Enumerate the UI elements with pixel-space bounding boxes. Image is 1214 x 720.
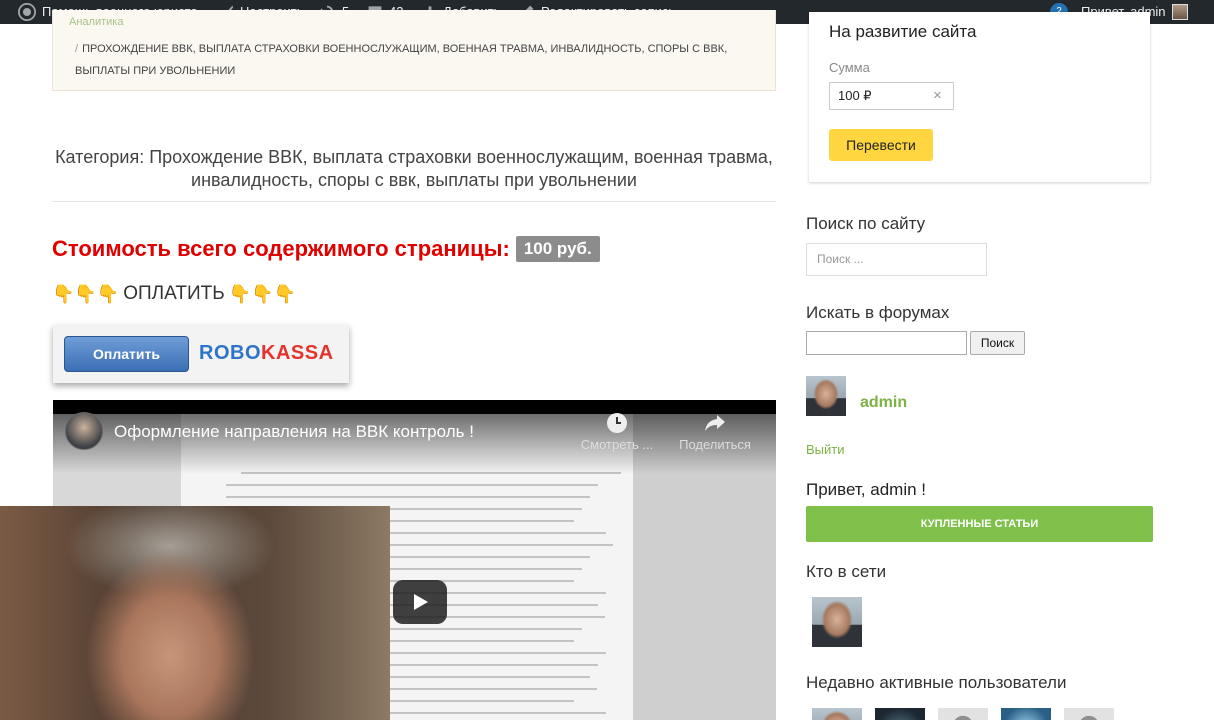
price-row: Стоимость всего содержимого страницы: 10… [52, 236, 600, 262]
play-button[interactable] [393, 580, 447, 624]
price-label: Стоимость всего содержимого страницы: [52, 236, 510, 261]
user-greeting: Привет, admin ! [806, 480, 926, 499]
logout-link[interactable]: Выйти [806, 442, 845, 457]
video-top-strip [53, 400, 776, 414]
sum-label: Сумма [829, 60, 870, 75]
account-avatar [1171, 4, 1188, 20]
breadcrumb: Аналитика / Прохождение ВВК, выплата стра… [52, 10, 776, 91]
breadcrumb-separator: / [75, 43, 79, 55]
close-icon[interactable]: × [933, 87, 942, 104]
donate-title: На развитие сайта [829, 22, 977, 41]
watch-later-button[interactable]: Смотреть ... [577, 412, 657, 452]
user-name-link[interactable]: admin [860, 394, 907, 412]
pointing-down-hands-icon: 👇👇👇 [52, 283, 120, 304]
category-divider [52, 201, 776, 202]
recent-user-avatar[interactable] [938, 708, 988, 720]
avatar[interactable] [806, 376, 846, 416]
channel-avatar[interactable] [65, 412, 103, 450]
forum-search-button[interactable]: Поиск [970, 331, 1025, 355]
share-button[interactable]: Поделиться [670, 412, 760, 452]
robokassa-pay-button[interactable]: Оплатить [64, 336, 189, 372]
recent-users-heading: Недавно активные пользователи [806, 673, 1067, 692]
webcam-overlay [0, 506, 390, 720]
online-user-avatar[interactable] [812, 597, 862, 647]
transfer-button[interactable]: Перевести [829, 129, 933, 161]
donate-widget: На развитие сайта Сумма 100 ₽ × Перевест… [809, 12, 1150, 182]
recent-user-avatar[interactable] [875, 708, 925, 720]
video-title[interactable]: Оформление направления на ВВК контроль ! [114, 422, 474, 442]
breadcrumb-current: / Прохождение ВВК, выплата страховки воен… [75, 38, 755, 82]
forum-search-heading: Искать в форумах [806, 303, 950, 322]
watch-later-label: Смотреть ... [580, 437, 654, 452]
breadcrumb-parent[interactable]: Аналитика [69, 16, 123, 28]
pay-row: 👇👇👇 ОПЛАТИТЬ 👇👇👇 [52, 283, 296, 305]
bought-articles-button[interactable]: Купленные статьи [806, 506, 1153, 542]
online-heading: Кто в сети [806, 562, 887, 581]
price-badge: 100 руб. [515, 236, 600, 262]
recent-user-avatar[interactable] [1064, 708, 1114, 720]
breadcrumb-current-text: Прохождение ВВК, выплата страховки военн… [75, 43, 728, 77]
document-text-line [226, 496, 590, 498]
wordpress-icon [18, 3, 36, 21]
recent-user-avatar[interactable] [812, 708, 862, 720]
clock-icon [607, 413, 627, 433]
recent-user-avatar[interactable] [1001, 708, 1051, 720]
search-input[interactable]: Поиск ... [806, 243, 987, 276]
pointing-down-hands-icon: 👇👇👇 [228, 283, 296, 304]
pay-label: ОПЛАТИТЬ [123, 283, 225, 304]
category-title: Категория: Прохождение ВВК, выплата стра… [55, 147, 773, 190]
document-text-line [226, 484, 598, 486]
robokassa-widget: Оплатить ROBOKASSA [53, 325, 349, 383]
search-heading: Поиск по сайту [806, 214, 926, 233]
robokassa-logo: ROBOKASSA [199, 342, 334, 364]
share-label: Поделиться [679, 437, 751, 452]
play-icon [414, 594, 428, 610]
share-arrow-icon [705, 415, 725, 431]
forum-search-input[interactable] [806, 331, 967, 355]
page: Помощь военного юриста Настроить 5 43 До… [0, 0, 1214, 720]
